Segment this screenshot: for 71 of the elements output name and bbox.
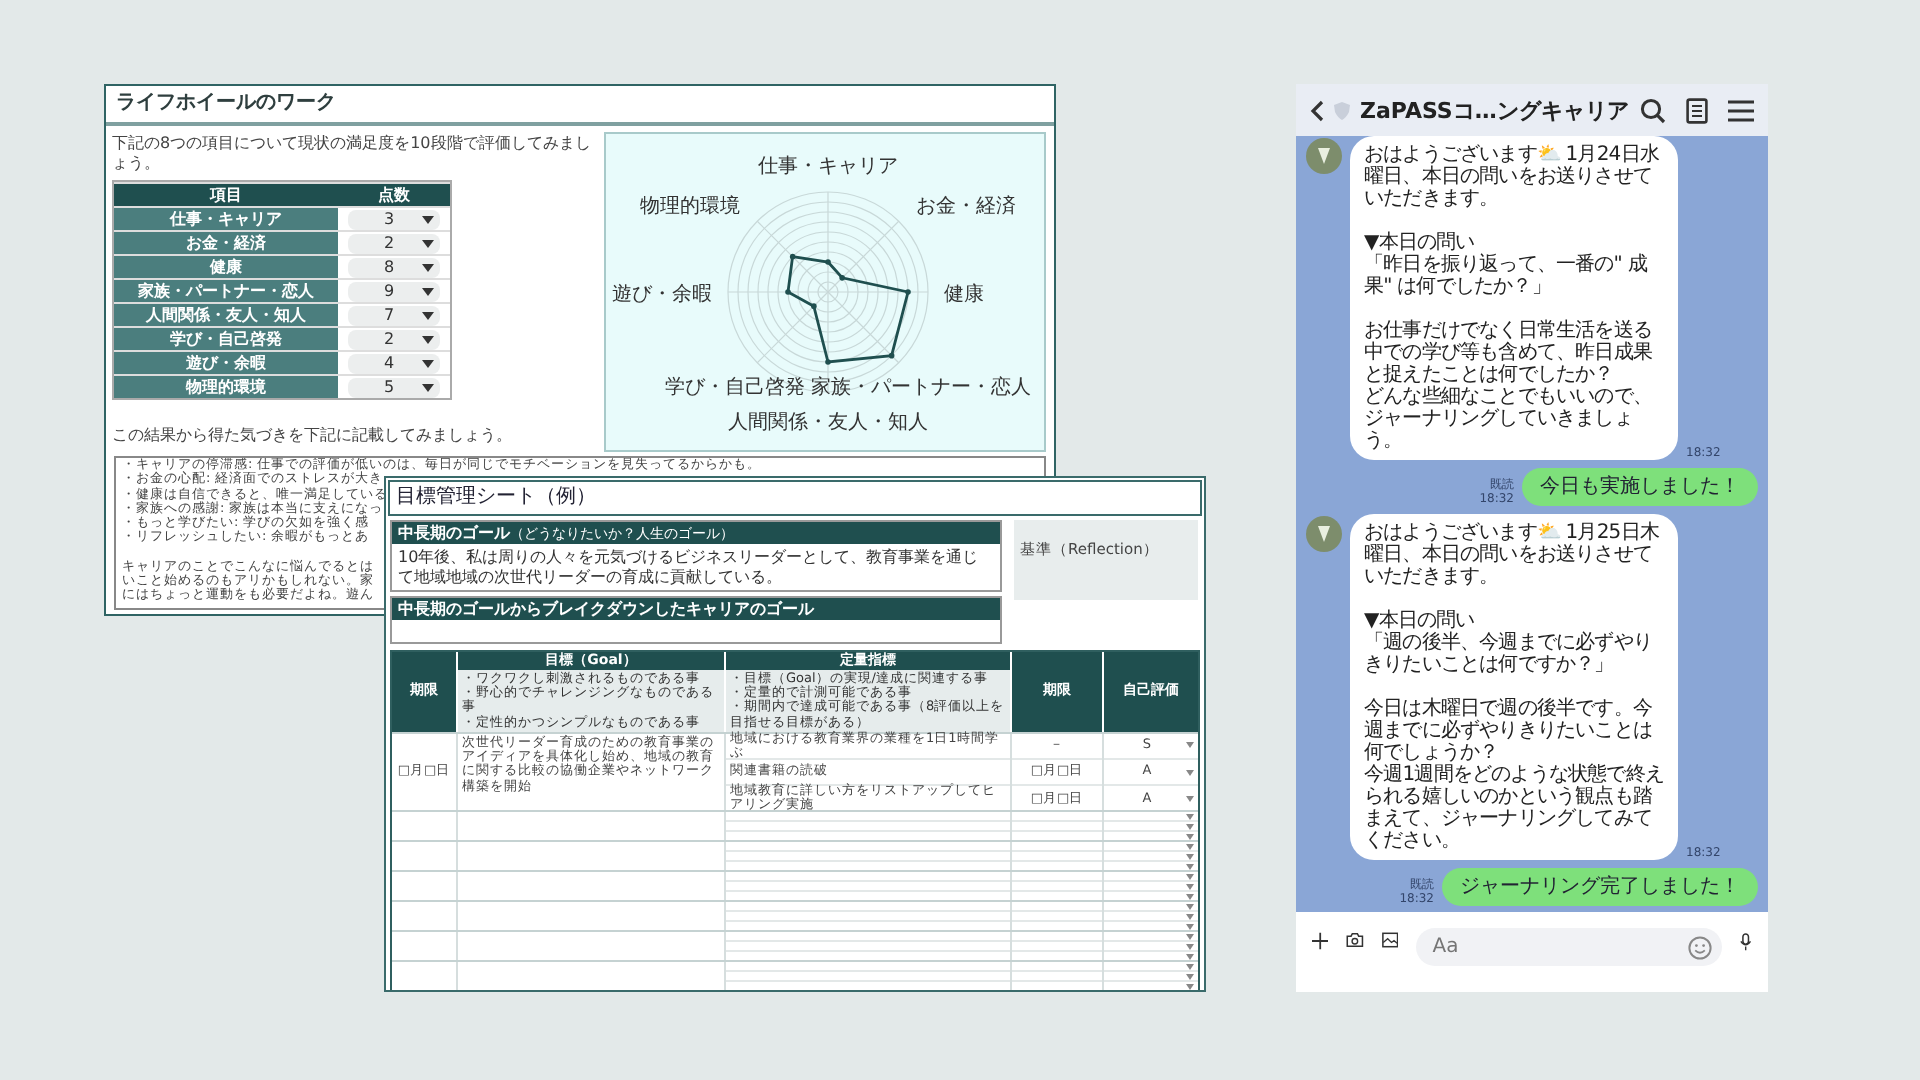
column-header: 項目 xyxy=(114,184,338,206)
axis-label: 健康 xyxy=(944,284,985,306)
item-cell: 家族・パートナー・恋人 xyxy=(114,280,338,302)
message-text: 今日は木曜日で週の後半です。今週までに必ずやりきりたいことは何でしょうか？ xyxy=(1364,698,1655,764)
item-cell: 学び・自己啓発 xyxy=(114,328,338,350)
message-bubble: ジャーナリング完了しました！ xyxy=(1442,868,1758,906)
score-dropdown[interactable]: 8 xyxy=(348,257,440,277)
message-text: ▼本日の問い xyxy=(1364,610,1475,632)
score-dropdown[interactable]: 4 xyxy=(348,353,440,373)
section-heading: 中長期のゴールからブレイクダウンしたキャリアのゴール xyxy=(398,598,814,620)
axis-label: 仕事・キャリア xyxy=(758,156,899,178)
chat-title: ZaPASSコ…ングキャリア xyxy=(1360,95,1629,125)
axis-label: お金・経済 xyxy=(916,196,1017,219)
caret-icon[interactable] xyxy=(1186,742,1194,749)
plus-icon[interactable] xyxy=(1312,928,1329,954)
avatar-icon[interactable] xyxy=(1306,516,1342,552)
message-text: おはようございます⛅ 1月25日木曜日、本日の問いをお送りさせていただきます。 xyxy=(1364,522,1661,588)
microphone-icon[interactable] xyxy=(1740,928,1752,956)
message-input-field[interactable]: Aa xyxy=(1416,928,1723,966)
message-bubble: 今日も実施しました！ xyxy=(1522,468,1758,506)
sheet-title: ライフホイールのワーク xyxy=(106,86,1054,126)
goal-text: 10年後、私は周りの人々を元気づけるビジネスリーダーとして、教育事業を通じて地域地域の次世代リーダーの育成に貢献している。 xyxy=(398,548,981,586)
caret-icon xyxy=(422,239,434,247)
axis-label: 学び・自己啓発 xyxy=(665,377,806,400)
caret-icon xyxy=(422,287,434,295)
image-icon[interactable] xyxy=(1382,928,1399,952)
item-cell: 仕事・キャリア xyxy=(114,208,338,230)
caret-icon xyxy=(422,311,434,319)
score-dropdown[interactable]: 9 xyxy=(348,281,440,301)
axis-label: 遊び・余暇 xyxy=(612,284,713,306)
score-dropdown[interactable]: 3 xyxy=(348,209,440,229)
message-text: 今週1週間をどのような状態で終えられる嬉しいのかという観点も踏まえて、ジャーナリングしてみてください。 xyxy=(1364,764,1664,852)
message-text: お仕事だけでなく日常生活を送る中での学び等も含めて、昨日成果と捉えたことは何でしたか？ xyxy=(1364,320,1655,386)
radar-line xyxy=(786,253,912,365)
item-cell: 遊び・余暇 xyxy=(114,352,338,374)
prompt-text: この結果から得た気づきを下記に記載してみましょう。 xyxy=(112,426,514,446)
message-text: 「昨日を振り返って、一番の" 成果" は何でしたか？」 xyxy=(1364,254,1649,298)
item-cell: 物理的環境 xyxy=(114,376,338,398)
caret-icon xyxy=(422,359,434,367)
notes-icon[interactable] xyxy=(1686,97,1708,123)
menu-icon[interactable] xyxy=(1728,99,1754,121)
axis-label: 家族・パートナー・恋人 xyxy=(812,377,1033,400)
score-dropdown[interactable]: 2 xyxy=(348,233,440,253)
search-icon[interactable] xyxy=(1640,97,1666,123)
section-heading: 中長期のゴール xyxy=(398,522,510,544)
message-text: ▼本日の問い xyxy=(1364,232,1475,254)
camera-icon[interactable] xyxy=(1346,928,1365,952)
back-icon[interactable] xyxy=(1310,99,1324,121)
score-dropdown[interactable]: 5 xyxy=(348,377,440,397)
axis-label: 物理的環境 xyxy=(641,196,742,219)
message-text: 「週の後半、今週までに必ずやりきりたいことは何ですか？」 xyxy=(1364,632,1655,676)
caret-icon xyxy=(422,335,434,343)
axis-label: 人間関係・友人・知人 xyxy=(728,412,929,434)
caret-icon xyxy=(422,383,434,391)
caret-icon[interactable] xyxy=(1186,795,1194,802)
caret-icon xyxy=(422,263,434,271)
shield-icon xyxy=(1334,101,1350,119)
message-text: どんな些細なことでもいいので、ジャーナリングしていきましょう。 xyxy=(1364,386,1655,452)
smiley-icon[interactable] xyxy=(1688,935,1713,959)
item-cell: お金・経済 xyxy=(114,232,338,254)
score-dropdown[interactable]: 7 xyxy=(348,305,440,325)
caret-icon[interactable] xyxy=(1186,769,1194,776)
instruction-text: 下記の8つの項目について現状の満足度を10段階で評価してみましょう。 xyxy=(112,134,593,174)
column-header: 点数 xyxy=(338,184,450,206)
caret-icon xyxy=(422,215,434,223)
item-cell: 健康 xyxy=(114,256,338,278)
item-cell: 人間関係・友人・知人 xyxy=(114,304,338,326)
message-text: おはようございます⛅ 1月24日水曜日、本日の問いをお送りさせていただきます。 xyxy=(1364,144,1661,210)
sheet-title: 目標管理シート（例） xyxy=(388,480,1202,516)
score-dropdown[interactable]: 2 xyxy=(348,329,440,349)
avatar-icon[interactable] xyxy=(1306,138,1342,174)
